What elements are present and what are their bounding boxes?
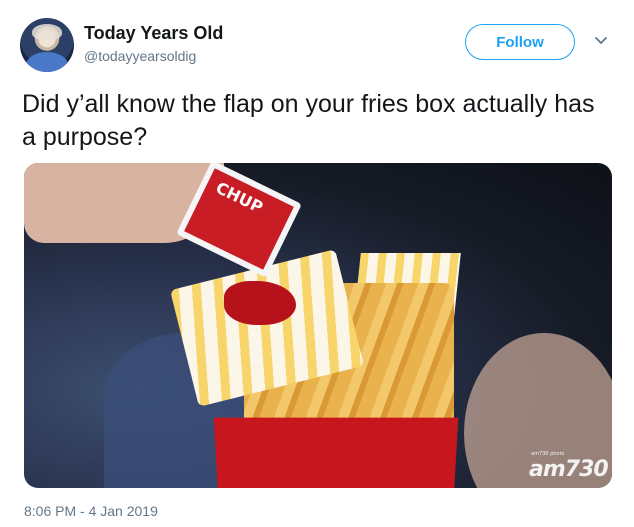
follow-button[interactable]: Follow [465, 24, 575, 60]
author-handle[interactable]: @todayyearsoldig [84, 46, 223, 66]
fries-box-front [213, 417, 459, 488]
packet-label: CHUP [212, 178, 266, 217]
chevron-down-icon[interactable] [594, 34, 608, 48]
watermark-text: am730 [529, 457, 609, 482]
ketchup-blob [224, 281, 296, 325]
tweet-header: Today Years Old @todayyearsoldig Follow [20, 16, 616, 76]
avatar-hair [32, 24, 62, 40]
tweet-timestamp[interactable]: 8:06 PM - 4 Jan 2019 [24, 503, 158, 519]
author-display-name[interactable]: Today Years Old [84, 22, 223, 44]
avatar-coat [26, 52, 68, 72]
watermark-logo: am730 photo am730 [529, 451, 609, 485]
tweet-text: Did y’all know the flap on your fries bo… [22, 90, 595, 151]
avatar[interactable] [20, 18, 74, 72]
tweet-media-image[interactable]: CHUP am730 photo am730 [24, 163, 612, 488]
author-names: Today Years Old @todayyearsoldig [84, 22, 223, 66]
watermark-small-text: am730 photo [531, 451, 565, 457]
